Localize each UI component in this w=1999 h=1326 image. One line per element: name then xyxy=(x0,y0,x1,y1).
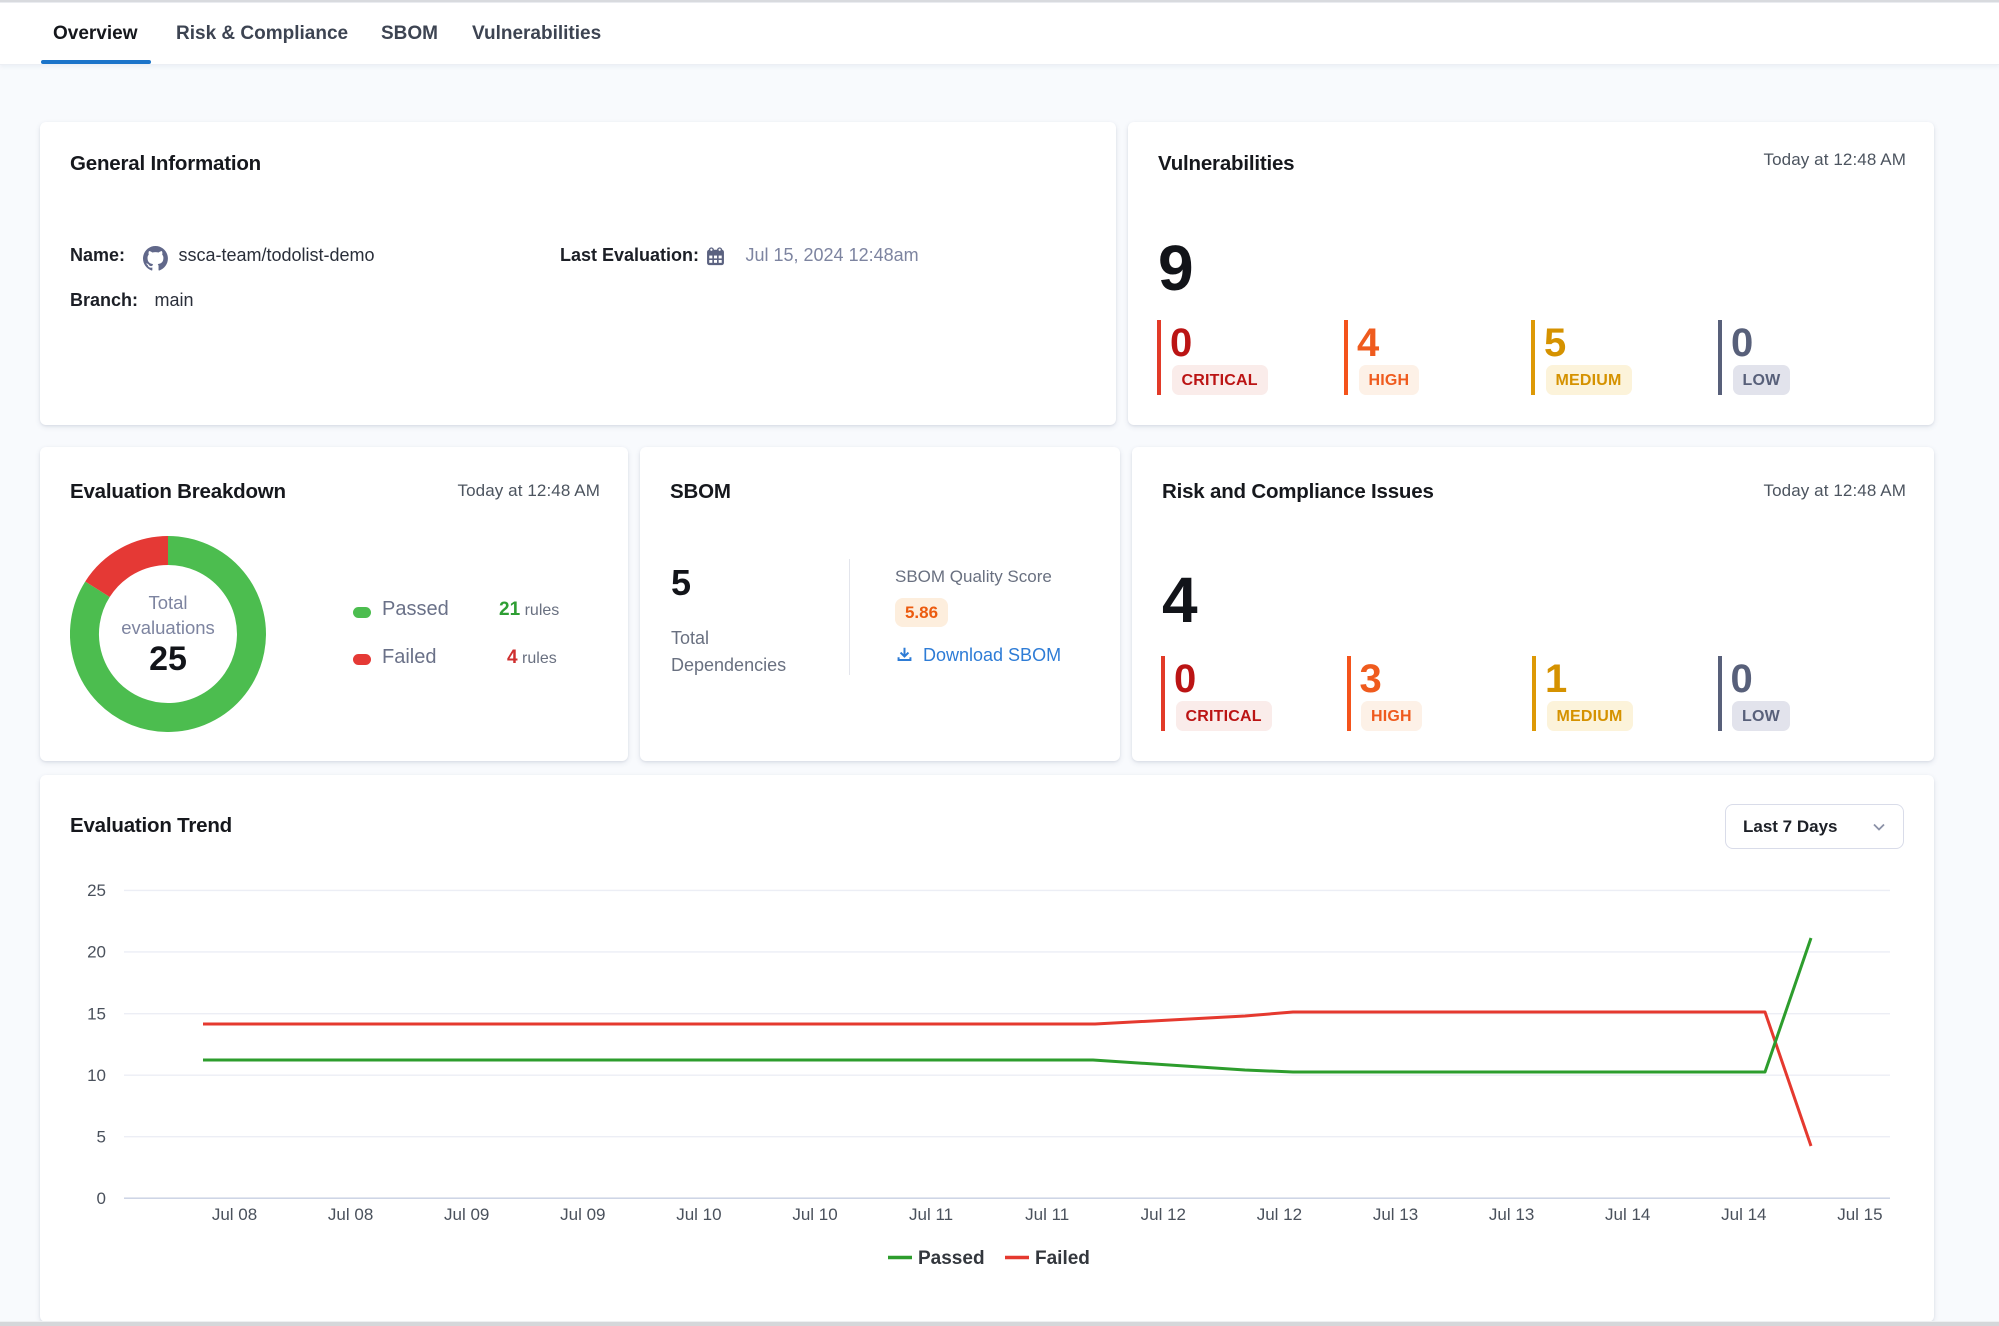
svg-text:Jul 10: Jul 10 xyxy=(676,1205,721,1224)
svg-text:Jul 11: Jul 11 xyxy=(909,1205,953,1224)
svg-text:0: 0 xyxy=(97,1189,106,1208)
svg-text:20: 20 xyxy=(87,943,106,962)
svg-text:Jul 08: Jul 08 xyxy=(328,1205,373,1224)
svg-text:Jul 13: Jul 13 xyxy=(1489,1205,1534,1224)
svg-text:Jul 12: Jul 12 xyxy=(1257,1205,1302,1224)
svg-text:Jul 15: Jul 15 xyxy=(1837,1205,1882,1224)
svg-text:Jul 08: Jul 08 xyxy=(212,1205,257,1224)
svg-text:Failed: Failed xyxy=(1035,1248,1090,1269)
svg-text:Passed: Passed xyxy=(918,1248,985,1269)
svg-text:Jul 12: Jul 12 xyxy=(1141,1205,1186,1224)
svg-text:15: 15 xyxy=(87,1004,106,1023)
svg-text:10: 10 xyxy=(87,1066,106,1085)
svg-text:Jul 09: Jul 09 xyxy=(560,1205,605,1224)
svg-text:Jul 14: Jul 14 xyxy=(1605,1205,1650,1224)
svg-text:Jul 10: Jul 10 xyxy=(792,1205,837,1224)
svg-text:25: 25 xyxy=(87,881,106,900)
svg-text:Jul 11: Jul 11 xyxy=(1025,1205,1069,1224)
svg-text:Jul 13: Jul 13 xyxy=(1373,1205,1418,1224)
svg-text:Jul 09: Jul 09 xyxy=(444,1205,489,1224)
svg-text:Jul 14: Jul 14 xyxy=(1721,1205,1766,1224)
svg-text:5: 5 xyxy=(97,1127,106,1146)
